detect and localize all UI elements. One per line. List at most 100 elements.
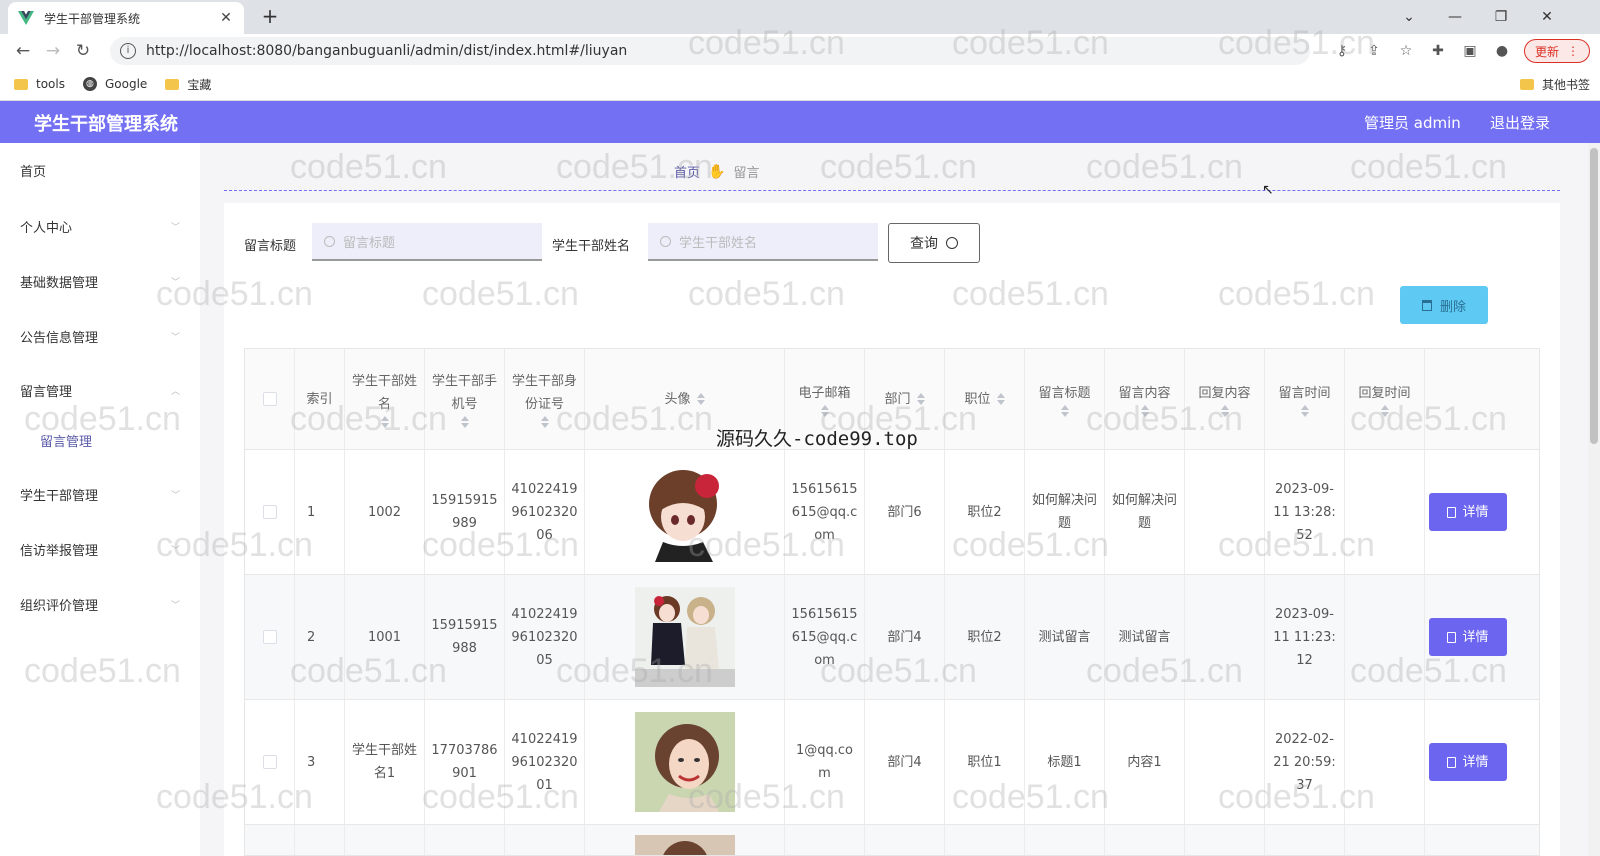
- avatar: [634, 462, 735, 562]
- header-dept-label: 部门: [884, 391, 911, 407]
- detail-button[interactable]: 详情: [1429, 743, 1507, 781]
- sort-icon[interactable]: [916, 393, 925, 405]
- header-reply-content[interactable]: 回复内容: [1185, 349, 1265, 449]
- cell-avatar: [585, 575, 785, 699]
- tab-search-icon[interactable]: ⌄: [1386, 9, 1432, 25]
- row-checkbox[interactable]: [262, 755, 277, 769]
- sort-icon[interactable]: [460, 416, 469, 428]
- tab-close-icon[interactable]: ✕: [218, 10, 234, 26]
- new-tab-icon[interactable]: +: [260, 4, 280, 28]
- url-bar[interactable]: i http://localhost:8080/banganbuguanli/a…: [110, 37, 1310, 65]
- header-idcard-label: 学生干部身份证号: [511, 374, 577, 412]
- sort-icon[interactable]: [1060, 404, 1069, 417]
- header-msg-title[interactable]: 留言标题: [1025, 349, 1105, 449]
- sidebar-item-messages[interactable]: 留言管理 ︿: [20, 379, 180, 401]
- profile-icon[interactable]: ●: [1492, 43, 1512, 59]
- bookmark-label: Google: [104, 77, 148, 91]
- breadcrumb-home[interactable]: 首页: [674, 162, 700, 181]
- detail-button[interactable]: 详情: [1429, 618, 1507, 656]
- header-reply-time[interactable]: 回复时间: [1345, 349, 1425, 449]
- sidebar-item-basic-data[interactable]: 基础数据管理 ﹀: [20, 270, 180, 292]
- sort-icon[interactable]: [696, 393, 705, 405]
- sort-icon[interactable]: [996, 393, 1005, 405]
- detail-button[interactable]: 详情: [1429, 493, 1507, 531]
- header-idcard[interactable]: 学生干部身份证号: [505, 349, 585, 449]
- cell-reply-time: [1345, 575, 1425, 699]
- cell-msg-title: [1025, 825, 1105, 855]
- sort-icon[interactable]: [1220, 404, 1229, 417]
- sort-icon[interactable]: [1140, 404, 1149, 417]
- sidebar-item-home[interactable]: 首页: [20, 159, 180, 181]
- site-info-icon[interactable]: i: [120, 43, 136, 59]
- sidebar-item-notice[interactable]: 公告信息管理 ﹀: [20, 325, 180, 347]
- back-icon[interactable]: ←: [8, 41, 38, 61]
- browser-tab[interactable]: 学生干部管理系统 ✕: [8, 2, 244, 34]
- cell-msg-title: 测试留言: [1025, 575, 1105, 699]
- bookmark-treasure[interactable]: 宝藏: [165, 76, 211, 93]
- chevron-up-icon: ︿: [170, 386, 180, 397]
- restore-icon[interactable]: ❐: [1478, 9, 1524, 25]
- sidebar-item-cadres[interactable]: 学生干部管理 ﹀: [20, 483, 180, 505]
- sidebar-item-label: 学生干部管理: [20, 488, 99, 504]
- logout-button[interactable]: 退出登录: [1490, 112, 1550, 133]
- cell-idcard: 410224199610232001: [505, 700, 585, 824]
- close-window-icon[interactable]: ✕: [1524, 9, 1570, 25]
- sidebar-subitem-messages[interactable]: 留言管理: [40, 431, 92, 450]
- cell-name: [345, 825, 425, 855]
- header-msg-time[interactable]: 留言时间: [1265, 349, 1345, 449]
- reload-icon[interactable]: ↻: [68, 41, 98, 61]
- search-icon: [946, 237, 958, 249]
- star-icon[interactable]: ☆: [1396, 43, 1416, 59]
- sidebar-item-petition[interactable]: 信访举报管理 ﹀: [20, 538, 180, 560]
- page-scrollbar-thumb[interactable]: [1590, 148, 1598, 444]
- bookmark-tools[interactable]: tools: [14, 77, 65, 91]
- cell-actions: 详情: [1425, 450, 1539, 574]
- name-search-label: 学生干部姓名: [552, 239, 631, 254]
- more-icon: ⋮: [1567, 44, 1579, 58]
- row-checkbox-cell: [245, 575, 295, 699]
- sort-icon[interactable]: [540, 416, 549, 428]
- update-button[interactable]: 更新 ⋮: [1523, 39, 1590, 63]
- document-icon: [1447, 506, 1457, 518]
- cell-msg-title: 如何解决问题: [1025, 450, 1105, 574]
- sort-icon[interactable]: [380, 416, 389, 428]
- header-phone[interactable]: 学生干部手机号: [425, 349, 505, 449]
- select-all-checkbox[interactable]: [262, 392, 277, 406]
- header-position[interactable]: 职位: [945, 349, 1025, 449]
- sidebar-item-evaluation[interactable]: 组织评价管理 ﹀: [20, 593, 180, 615]
- bookmark-google[interactable]: ◍ Google: [82, 77, 148, 91]
- sort-icon[interactable]: [1380, 404, 1389, 417]
- cell-msg-time: 2023-09-11 11:23:12: [1265, 575, 1345, 699]
- cell-name: 1002: [345, 450, 425, 574]
- other-bookmarks[interactable]: 其他书签: [1519, 68, 1590, 101]
- header-msg-title-label: 留言标题: [1038, 385, 1091, 401]
- sidepanel-icon[interactable]: ▣: [1460, 43, 1480, 59]
- delete-button[interactable]: 删除: [1400, 286, 1488, 324]
- row-checkbox[interactable]: [262, 630, 277, 644]
- app-title: 学生干部管理系统: [34, 114, 178, 135]
- name-search-input[interactable]: 学生干部姓名: [648, 223, 878, 261]
- table-row: 2 1001 15915915988 410224199610232005 15…: [245, 575, 1539, 700]
- header-msg-content[interactable]: 留言内容: [1105, 349, 1185, 449]
- row-checkbox[interactable]: [262, 505, 277, 519]
- header-name[interactable]: 学生干部姓名: [345, 349, 425, 449]
- cell-position: [945, 825, 1025, 855]
- cell-reply-content: [1185, 700, 1265, 824]
- minimize-icon[interactable]: —: [1432, 9, 1478, 25]
- document-icon: [1447, 756, 1457, 768]
- query-button[interactable]: 查询: [888, 223, 980, 263]
- cell-phone: [425, 825, 505, 855]
- key-icon[interactable]: ⚷: [1332, 43, 1352, 59]
- sidebar-item-profile[interactable]: 个人中心 ﹀: [20, 215, 180, 237]
- other-bookmarks-label: 其他书签: [1541, 78, 1590, 92]
- sort-icon[interactable]: [1300, 404, 1309, 417]
- breadcrumb-divider: [224, 190, 1560, 191]
- sort-icon[interactable]: [820, 404, 829, 417]
- extensions-icon[interactable]: ✚: [1428, 43, 1448, 59]
- forward-icon[interactable]: →: [38, 41, 68, 61]
- title-search-input[interactable]: 留言标题: [312, 223, 542, 261]
- cell-phone: 15915915989: [425, 450, 505, 574]
- cell-reply-content: [1185, 825, 1265, 855]
- cell-msg-content: 内容1: [1105, 700, 1185, 824]
- share-icon[interactable]: ⇪: [1364, 43, 1384, 59]
